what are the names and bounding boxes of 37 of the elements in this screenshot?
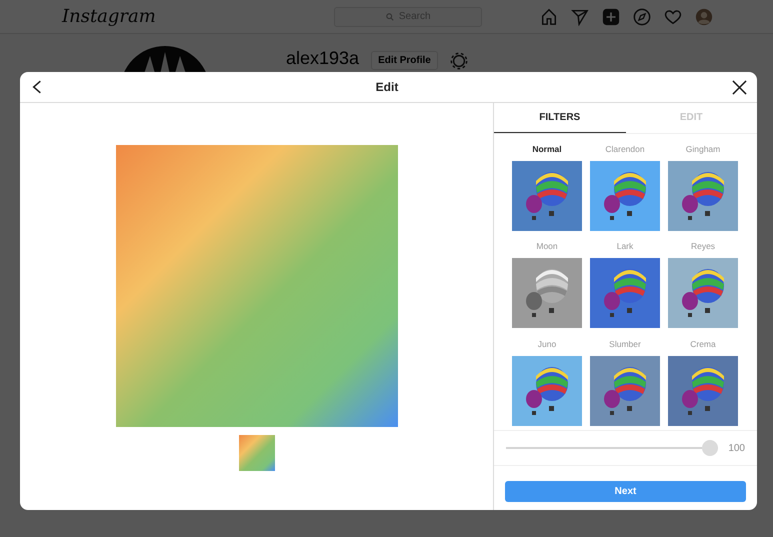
close-icon[interactable] [732,80,747,94]
edit-profile-button[interactable]: Edit Profile [371,51,438,70]
tab[interactable]: EDIT [626,103,757,133]
filter-name: Clarendon [605,144,645,155]
filter-option[interactable]: Moon [512,241,582,333]
next-button[interactable]: Next [505,481,746,502]
settings-icon[interactable] [450,52,468,70]
filter-name: Reyes [690,241,716,252]
filter-option[interactable]: Juno [512,338,582,430]
dialog-title: Edit [376,80,398,94]
compass-icon[interactable] [633,8,651,26]
heart-icon[interactable] [664,8,682,26]
search-icon [386,12,394,20]
filter-name: Crema [690,338,716,350]
tab[interactable]: FILTERS [494,103,626,133]
slider-handle[interactable] [702,440,718,456]
filter-option[interactable]: Gingham [668,144,738,236]
home-icon[interactable] [540,8,558,26]
slider-value: 100 [728,442,745,454]
filter-option[interactable]: Slumber [590,338,660,430]
send-icon[interactable] [571,8,589,26]
back-icon[interactable] [32,80,42,94]
filter-option[interactable]: Crema [668,338,738,430]
filter-name: Juno [538,338,556,350]
filter-option[interactable]: Normal [512,144,582,236]
avatar-icon[interactable] [695,8,713,26]
filter-option[interactable]: Reyes [668,241,738,333]
filter-name: Moon [536,241,558,252]
filter-name: Gingham [686,144,720,155]
filter-name: Slumber [609,338,641,350]
username: alex193a [286,48,360,69]
plus-icon[interactable] [602,8,620,26]
filter-option[interactable]: Lark [590,241,660,333]
filter-name: Lark [616,241,634,252]
logo[interactable]: Instagram [62,6,156,27]
filter-name: Normal [532,144,562,155]
filter-option[interactable]: Clarendon [590,144,660,236]
